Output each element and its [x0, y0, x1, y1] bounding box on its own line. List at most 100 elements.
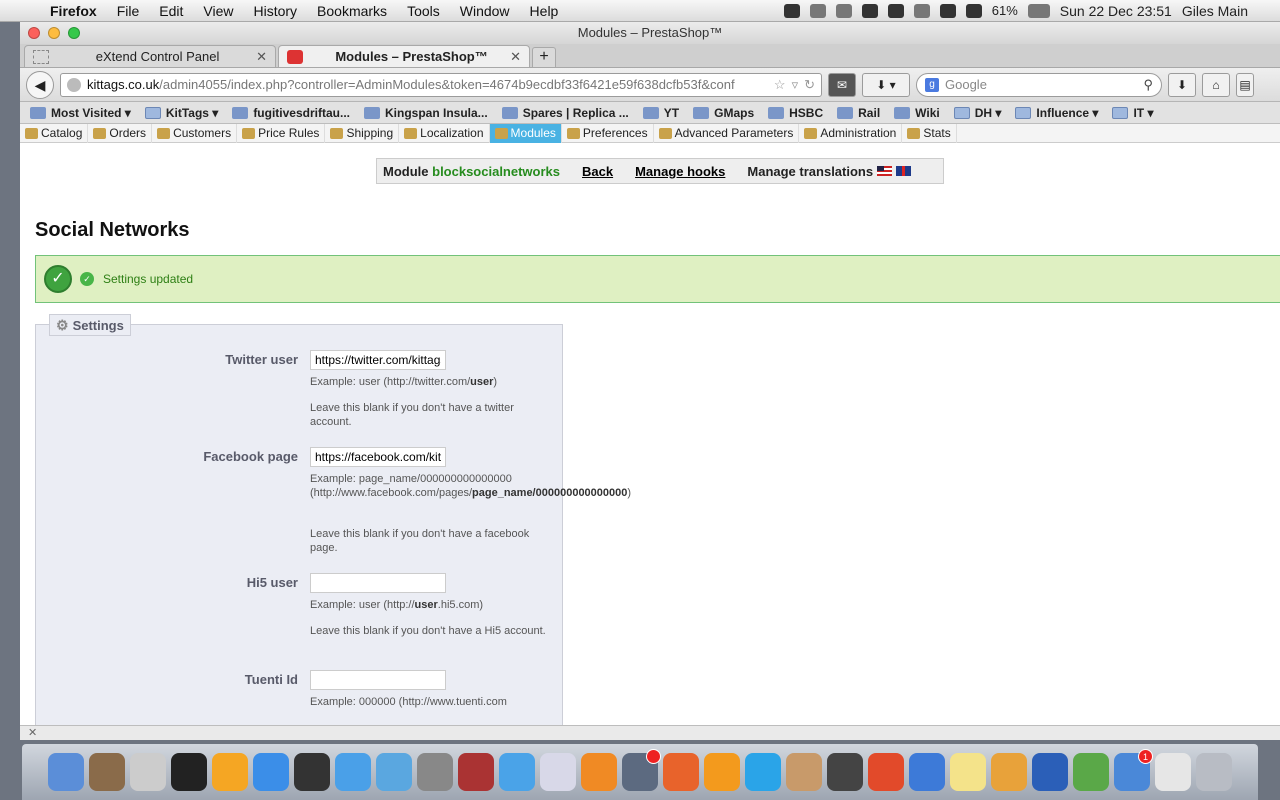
close-tab-icon[interactable]: ✕ [510, 49, 521, 65]
download-arrow-icon[interactable]: ⬇ [1168, 72, 1196, 97]
bookmark-item[interactable]: fugitivesdriftau... [232, 106, 350, 120]
hi5-input[interactable] [310, 573, 446, 593]
menu-view[interactable]: View [193, 3, 243, 19]
firefox-icon[interactable] [663, 753, 699, 791]
downloads-button-icon[interactable]: ⬇ ▾ [862, 72, 910, 97]
close-window-button[interactable] [28, 27, 40, 39]
bookmark-item[interactable]: HSBC [768, 106, 823, 120]
zoom-window-button[interactable] [68, 27, 80, 39]
search-bar[interactable]: g Google ⚲ [916, 72, 1162, 97]
bookmark-item[interactable]: Influence ▾ [1015, 106, 1098, 120]
menu-tools[interactable]: Tools [397, 3, 450, 19]
facetime-icon[interactable] [622, 749, 661, 791]
admin-tab-price-rules[interactable]: Price Rules [237, 123, 326, 143]
extra-toolbar-icon[interactable]: ▤ [1236, 72, 1254, 97]
trash-icon[interactable] [1196, 753, 1232, 791]
admin-tab-modules[interactable]: Modules [489, 123, 562, 143]
back-button[interactable]: ◀ [26, 70, 54, 99]
google-engine-icon[interactable]: g [925, 77, 939, 92]
bookmark-item[interactable]: YT [642, 106, 679, 120]
menu-history[interactable]: History [243, 3, 307, 19]
url-dropdown-icon[interactable]: ▿ [792, 77, 799, 93]
time-machine-icon[interactable] [1073, 753, 1109, 791]
back-link[interactable]: Back [582, 164, 613, 179]
skype-icon[interactable] [745, 753, 781, 791]
airplay-icon[interactable] [861, 3, 878, 18]
bookmark-item[interactable]: Spares | Replica ... [501, 106, 629, 120]
user-name[interactable]: Giles Main [1182, 3, 1248, 19]
photo-booth-icon[interactable] [89, 753, 125, 791]
word-icon[interactable] [1032, 753, 1068, 791]
bookmark-item[interactable]: Most Visited ▾ [30, 106, 131, 120]
find-bar-close[interactable]: ✕ [20, 725, 1280, 740]
bookmark-item[interactable]: Kingspan Insula... [364, 106, 488, 120]
time-machine-status-icon[interactable] [887, 3, 904, 18]
numbers-icon[interactable] [909, 753, 945, 791]
site-identity-icon[interactable] [67, 77, 81, 92]
bookmark-item[interactable]: Wiki [894, 106, 940, 120]
stickies-icon[interactable] [950, 753, 986, 791]
dropbox-status-icon[interactable] [783, 3, 800, 18]
contacts-icon[interactable] [786, 753, 822, 791]
uk-flag-icon[interactable] [896, 165, 912, 176]
menu-app-firefox[interactable]: Firefox [40, 3, 107, 19]
bookmark-star-icon[interactable]: ☆ [774, 77, 786, 93]
search-input[interactable]: Google [945, 77, 987, 92]
tab-modules-prestashop[interactable]: Modules – PrestaShop™ ✕ [278, 45, 530, 67]
tab-extend-control-panel[interactable]: eXtend Control Panel ✕ [24, 45, 276, 67]
bookmark-item[interactable]: KitTags ▾ [144, 106, 218, 120]
system-preferences-icon[interactable] [417, 753, 453, 791]
manage-hooks-link[interactable]: Manage hooks [635, 164, 725, 179]
menu-edit[interactable]: Edit [149, 3, 193, 19]
admin-tab-administration[interactable]: Administration [799, 123, 903, 143]
home-icon[interactable]: ⌂ [1202, 72, 1230, 97]
admin-tab-customers[interactable]: Customers [152, 123, 238, 143]
photo-stack-icon[interactable] [458, 753, 494, 791]
dvd-player-icon[interactable] [130, 753, 166, 791]
bookmark-item[interactable]: IT ▾ [1112, 106, 1154, 120]
bluetooth-icon[interactable] [913, 3, 930, 18]
safari-icon[interactable] [376, 753, 412, 791]
twitter-icon[interactable] [499, 753, 535, 791]
clock[interactable]: Sun 22 Dec 23:51 [1060, 3, 1172, 19]
menu-file[interactable]: File [107, 3, 150, 19]
ibooks-icon[interactable] [581, 753, 617, 791]
tuenti-input[interactable] [310, 670, 446, 690]
aperture-icon[interactable] [171, 753, 207, 791]
bookmark-item[interactable]: Rail [837, 106, 880, 120]
admin-tab-preferences[interactable]: Preferences [562, 123, 654, 143]
admin-tab-advanced-parameters[interactable]: Advanced Parameters [654, 123, 800, 143]
pdf-document-icon[interactable] [1155, 753, 1191, 791]
menu-bookmarks[interactable]: Bookmarks [307, 3, 397, 19]
admin-tab-stats[interactable]: Stats [902, 123, 957, 143]
pages-icon[interactable] [991, 753, 1027, 791]
mic-status-icon[interactable] [835, 3, 852, 18]
url-bar[interactable]: kittags.co.uk/admin4055/index.php?contro… [60, 72, 822, 97]
vlc-icon[interactable] [704, 753, 740, 791]
close-tab-icon[interactable]: ✕ [256, 49, 267, 65]
preview-icon[interactable] [540, 753, 576, 791]
orange-o-icon[interactable] [212, 753, 248, 791]
addon-button-icon[interactable]: ✉ [828, 72, 856, 97]
app-store-icon[interactable] [253, 753, 289, 791]
powerpoint-icon[interactable] [868, 753, 904, 791]
bookmark-item[interactable]: GMaps [693, 106, 754, 120]
us-flag-icon[interactable] [877, 165, 893, 176]
search-icon[interactable]: ⚲ [1143, 77, 1153, 93]
bookmark-item[interactable]: DH ▾ [953, 106, 1001, 120]
mail-icon[interactable]: 1 [1114, 749, 1153, 791]
battery-percentage[interactable]: 61% [992, 3, 1018, 18]
twitter-input[interactable] [310, 350, 446, 370]
imovie-icon[interactable] [827, 753, 863, 791]
battery-icon[interactable] [1027, 3, 1050, 18]
facebook-input[interactable] [310, 447, 446, 467]
sync-status-icon[interactable] [809, 3, 826, 18]
volume-icon[interactable] [965, 3, 982, 18]
minimize-window-button[interactable] [48, 27, 60, 39]
admin-tab-shipping[interactable]: Shipping [325, 123, 400, 143]
admin-tab-catalog[interactable]: Catalog [20, 123, 89, 143]
reload-icon[interactable]: ↻ [804, 77, 815, 93]
itunes-icon[interactable] [335, 753, 371, 791]
menu-help[interactable]: Help [520, 3, 569, 19]
dashboard-icon[interactable] [294, 753, 330, 791]
